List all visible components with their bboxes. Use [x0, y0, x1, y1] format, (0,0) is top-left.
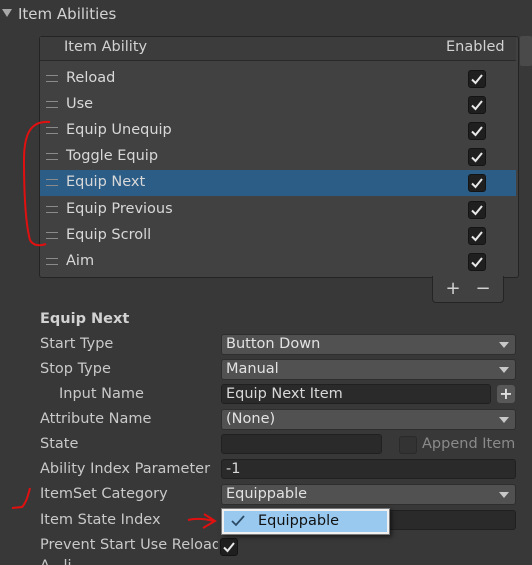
foldout-arrow-icon[interactable]	[2, 9, 12, 17]
selected-ability-title: Equip Next	[40, 311, 130, 327]
list-item[interactable]: Aim	[40, 249, 516, 275]
drag-handle-icon[interactable]	[46, 127, 58, 134]
start-type-dropdown[interactable]: Button Down	[221, 334, 516, 355]
header-enabled: Enabled	[446, 39, 505, 55]
chevron-down-icon	[499, 492, 509, 498]
chevron-down-icon	[499, 367, 509, 373]
ability-index-parameter-field[interactable]: -1	[221, 459, 516, 479]
scrollbar[interactable]	[520, 36, 532, 66]
input-name-label: Input Name	[59, 386, 144, 402]
drag-handle-icon[interactable]	[46, 206, 58, 213]
prevent-start-use-reload-label: Prevent Start Use Reload	[40, 537, 218, 553]
ability-label: Use	[66, 96, 94, 112]
chevron-down-icon	[499, 342, 509, 348]
itemset-category-label: ItemSet Category	[40, 486, 168, 502]
enabled-checkbox[interactable]	[468, 253, 486, 271]
checkmark-icon	[471, 231, 483, 242]
drag-handle-icon[interactable]	[46, 101, 58, 108]
append-item-checkbox[interactable]	[399, 436, 417, 454]
checkmark-icon	[471, 152, 483, 163]
itemset-category-value: Equippable	[226, 486, 308, 502]
checkmark-icon	[471, 74, 483, 85]
add-input-name-button[interactable]: +	[497, 385, 515, 403]
drag-handle-icon[interactable]	[46, 153, 58, 160]
list-item[interactable]: Equip Scroll	[40, 223, 516, 249]
ability-label: Equip Unequip	[66, 122, 172, 138]
start-type-label: Start Type	[40, 336, 114, 352]
checkmark-icon	[223, 542, 235, 553]
popup-option-label: Equippable	[258, 513, 340, 529]
checkmark-icon	[231, 515, 245, 527]
itemset-category-dropdown[interactable]: Equippable	[221, 484, 516, 505]
prevent-start-use-reload-checkbox[interactable]	[220, 538, 238, 556]
ability-label: Equip Next	[66, 174, 146, 190]
item-state-index-label: Item State Index	[40, 512, 161, 528]
checkmark-icon	[471, 178, 483, 189]
checkmark-icon	[471, 257, 483, 268]
list-item[interactable]: Use	[40, 92, 516, 118]
enabled-checkbox[interactable]	[468, 148, 486, 166]
drag-handle-icon[interactable]	[46, 258, 58, 265]
ability-index-parameter-label: Ability Index Parameter	[40, 461, 211, 477]
enabled-checkbox[interactable]	[468, 227, 486, 245]
remove-ability-button[interactable]: −	[473, 278, 493, 299]
checkmark-icon	[471, 100, 483, 111]
item-state-index-field[interactable]	[380, 510, 516, 530]
drag-handle-icon[interactable]	[46, 75, 58, 82]
ability-index-value: -1	[226, 461, 241, 477]
list-item[interactable]: Equip Previous	[40, 197, 516, 223]
cut-off-label: A...li...	[40, 558, 85, 565]
enabled-checkbox[interactable]	[468, 174, 486, 192]
drag-handle-icon[interactable]	[46, 179, 58, 186]
list-item-selected[interactable]: Equip Next	[40, 170, 516, 196]
input-name-value: Equip Next Item	[226, 386, 343, 402]
attribute-name-value: (None)	[226, 411, 276, 427]
enabled-checkbox[interactable]	[468, 70, 486, 88]
ability-label: Reload	[66, 70, 116, 86]
list-item[interactable]: Toggle Equip	[40, 144, 516, 170]
drag-handle-icon[interactable]	[46, 232, 58, 239]
add-remove-footer: + −	[432, 276, 504, 303]
ability-label: Equip Scroll	[66, 227, 152, 243]
stop-type-value: Manual	[226, 361, 279, 377]
add-ability-button[interactable]: +	[443, 278, 463, 299]
checkmark-icon	[471, 205, 483, 216]
ability-label: Toggle Equip	[66, 148, 159, 164]
attribute-name-label: Attribute Name	[40, 411, 152, 427]
append-item-label: Append Item	[422, 436, 516, 452]
itemset-category-popup: Equippable	[221, 508, 390, 535]
stop-type-dropdown[interactable]: Manual	[221, 359, 516, 380]
enabled-checkbox[interactable]	[468, 122, 486, 140]
checkmark-icon	[471, 126, 483, 137]
attribute-name-dropdown[interactable]: (None)	[221, 409, 516, 430]
stop-type-label: Stop Type	[40, 361, 111, 377]
ability-label: Aim	[66, 253, 95, 269]
enabled-checkbox[interactable]	[468, 96, 486, 114]
popup-option-equippable[interactable]: Equippable	[224, 511, 387, 532]
header-item-ability: Item Ability	[64, 39, 148, 55]
start-type-value: Button Down	[226, 336, 321, 352]
chevron-down-icon	[499, 417, 509, 423]
input-name-field[interactable]: Equip Next Item	[221, 384, 491, 404]
enabled-checkbox[interactable]	[468, 201, 486, 219]
list-item[interactable]: Equip Unequip	[40, 118, 516, 144]
state-field[interactable]	[221, 434, 382, 454]
ability-label: Equip Previous	[66, 201, 173, 217]
list-item[interactable]: Reload	[40, 66, 516, 92]
state-label: State	[40, 436, 79, 452]
item-abilities-foldout-title[interactable]: Item Abilities	[18, 5, 116, 23]
